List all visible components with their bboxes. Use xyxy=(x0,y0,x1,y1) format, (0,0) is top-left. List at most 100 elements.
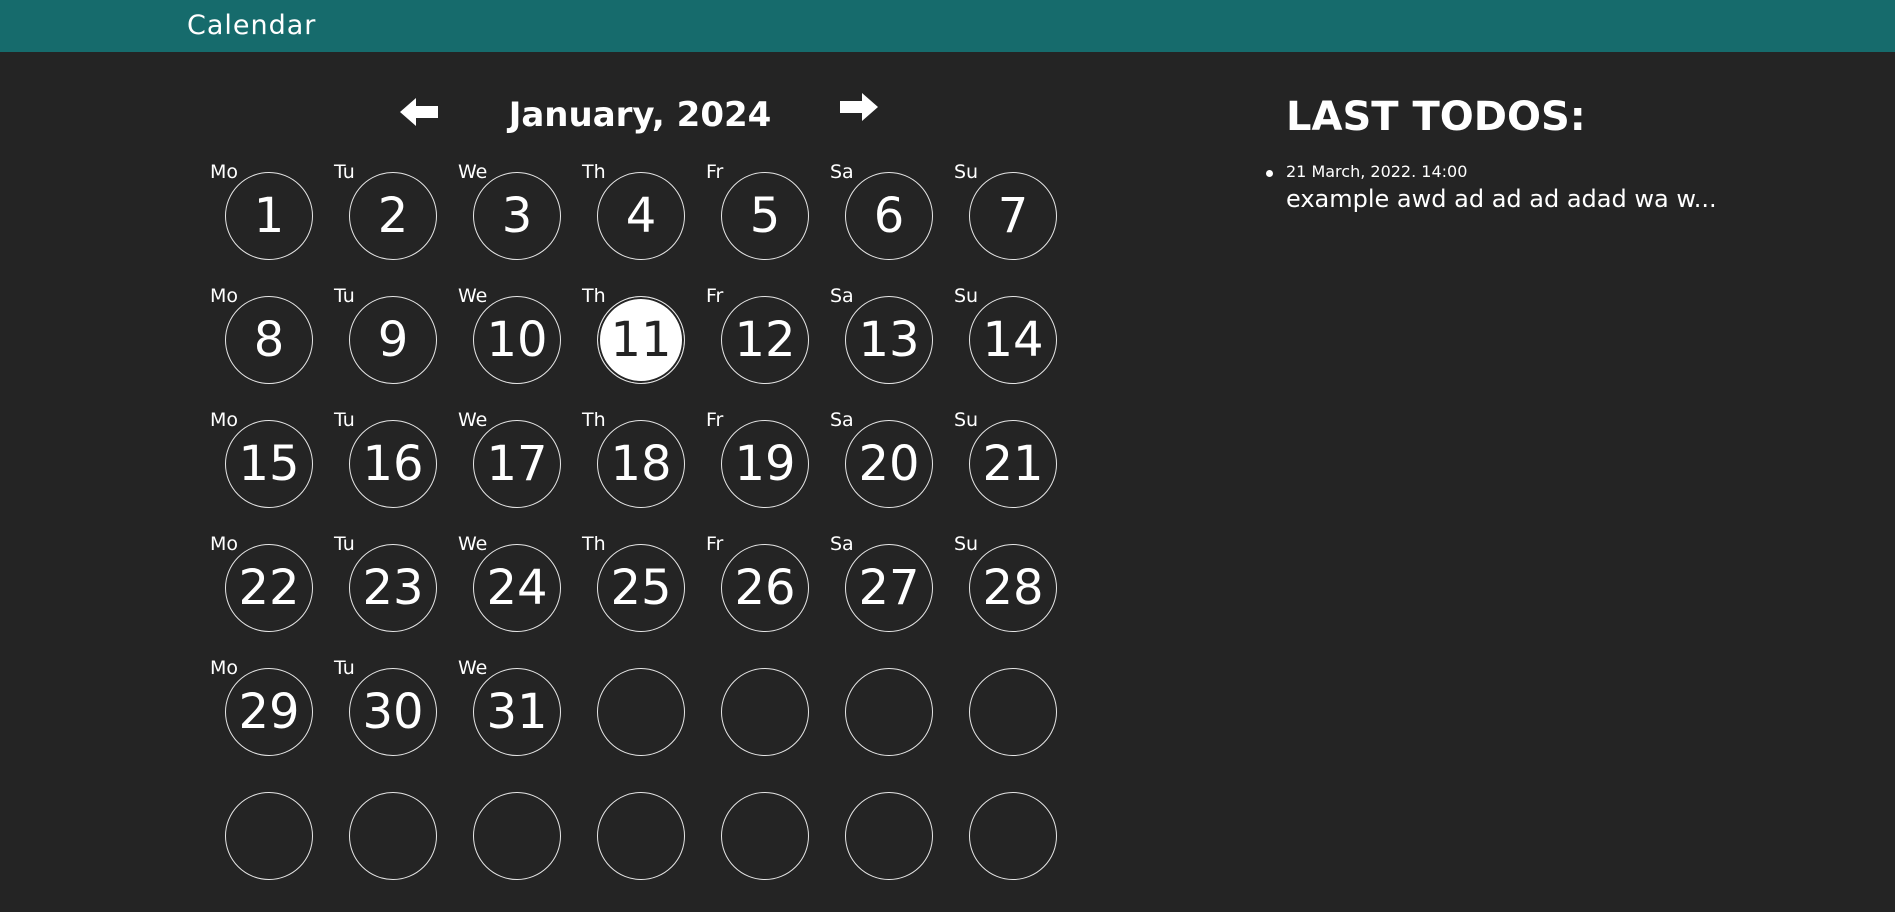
weekday-label: Tu xyxy=(334,409,355,431)
day-button[interactable]: 14 xyxy=(969,296,1057,384)
day-button[interactable]: 10 xyxy=(473,296,561,384)
day-button[interactable]: 19 xyxy=(721,420,809,508)
day-button[interactable]: 26 xyxy=(721,544,809,632)
day-button[interactable]: 22 xyxy=(225,544,313,632)
weekday-label: Mo xyxy=(210,533,239,555)
weekday-label: Tu xyxy=(334,161,355,183)
day-cell: Mo 22 xyxy=(210,533,334,657)
weekday-label: We xyxy=(458,161,488,183)
weekday-label: Mo xyxy=(210,285,239,307)
weekday-label: Sa xyxy=(830,161,854,183)
weekday-label: Mo xyxy=(210,161,239,183)
weekday-label: Tu xyxy=(334,285,355,307)
day-button[interactable]: 17 xyxy=(473,420,561,508)
empty-day-button[interactable] xyxy=(969,668,1057,756)
empty-day-button[interactable] xyxy=(721,792,809,880)
day-cell xyxy=(582,781,706,905)
day-cell: Th 4 xyxy=(582,161,706,285)
day-cell: Sa 20 xyxy=(830,409,954,533)
day-cell xyxy=(334,781,458,905)
day-button[interactable]: 13 xyxy=(845,296,933,384)
day-button[interactable]: 6 xyxy=(845,172,933,260)
weekday-label: We xyxy=(458,533,488,555)
weekday-label: Mo xyxy=(210,657,239,679)
day-button[interactable]: 2 xyxy=(349,172,437,260)
day-button[interactable]: 11 xyxy=(597,296,685,384)
empty-day-button[interactable] xyxy=(721,668,809,756)
weekday-label: Fr xyxy=(706,533,724,555)
weekday-label: Su xyxy=(954,285,979,307)
empty-day-button[interactable] xyxy=(597,792,685,880)
day-cell: Fr 5 xyxy=(706,161,830,285)
day-button[interactable]: 1 xyxy=(225,172,313,260)
todo-date: 21 March, 2022. 14:00 xyxy=(1286,162,1468,181)
day-cell: Th 25 xyxy=(582,533,706,657)
day-button[interactable]: 23 xyxy=(349,544,437,632)
day-button[interactable]: 27 xyxy=(845,544,933,632)
day-button[interactable]: 28 xyxy=(969,544,1057,632)
day-cell: Sa 27 xyxy=(830,533,954,657)
day-button[interactable]: 21 xyxy=(969,420,1057,508)
day-cell: Su 14 xyxy=(954,285,1078,409)
day-cell: Mo 29 xyxy=(210,657,334,781)
day-cell xyxy=(830,781,954,905)
day-cell: Tu 9 xyxy=(334,285,458,409)
day-cell: Fr 26 xyxy=(706,533,830,657)
day-cell: Fr 12 xyxy=(706,285,830,409)
day-button[interactable]: 8 xyxy=(225,296,313,384)
day-button[interactable]: 25 xyxy=(597,544,685,632)
day-cell xyxy=(458,781,582,905)
day-cell xyxy=(954,781,1078,905)
day-button[interactable]: 7 xyxy=(969,172,1057,260)
todo-item[interactable]: 21 March, 2022. 14:00 example awd ad ad a… xyxy=(1262,160,1822,214)
weekday-label: Sa xyxy=(830,409,854,431)
day-cell: Tu 2 xyxy=(334,161,458,285)
day-cell: Th 11 xyxy=(582,285,706,409)
day-button[interactable]: 20 xyxy=(845,420,933,508)
weekday-label: Th xyxy=(582,161,606,183)
day-cell: Mo 1 xyxy=(210,161,334,285)
day-cell: Sa 13 xyxy=(830,285,954,409)
weekday-label: Tu xyxy=(334,657,355,679)
empty-day-button[interactable] xyxy=(225,792,313,880)
weekday-label: Th xyxy=(582,285,606,307)
day-cell: Th 18 xyxy=(582,409,706,533)
day-cell xyxy=(830,657,954,781)
day-button[interactable]: 29 xyxy=(225,668,313,756)
weekday-label: Sa xyxy=(830,533,854,555)
weekday-label: Th xyxy=(582,409,606,431)
weekday-label: We xyxy=(458,285,488,307)
todo-list: 21 March, 2022. 14:00 example awd ad ad a… xyxy=(1262,160,1822,214)
day-cell: We 10 xyxy=(458,285,582,409)
day-cell xyxy=(954,657,1078,781)
day-button[interactable]: 15 xyxy=(225,420,313,508)
bullet-icon xyxy=(1266,170,1273,177)
day-cell xyxy=(210,781,334,905)
day-cell: Su 21 xyxy=(954,409,1078,533)
weekday-label: Mo xyxy=(210,409,239,431)
weekday-label: We xyxy=(458,409,488,431)
empty-day-button[interactable] xyxy=(845,792,933,880)
day-cell: Su 28 xyxy=(954,533,1078,657)
day-cell: Mo 15 xyxy=(210,409,334,533)
empty-day-button[interactable] xyxy=(473,792,561,880)
day-button[interactable]: 12 xyxy=(721,296,809,384)
day-button[interactable]: 5 xyxy=(721,172,809,260)
weekday-label: Tu xyxy=(334,533,355,555)
empty-day-button[interactable] xyxy=(969,792,1057,880)
empty-day-button[interactable] xyxy=(597,668,685,756)
todos-title: LAST TODOS: xyxy=(1286,94,1586,140)
day-button[interactable]: 30 xyxy=(349,668,437,756)
day-button[interactable]: 9 xyxy=(349,296,437,384)
empty-day-button[interactable] xyxy=(349,792,437,880)
day-button[interactable]: 4 xyxy=(597,172,685,260)
day-cell: Sa 6 xyxy=(830,161,954,285)
day-button[interactable]: 24 xyxy=(473,544,561,632)
day-cell: We 24 xyxy=(458,533,582,657)
empty-day-button[interactable] xyxy=(845,668,933,756)
day-button[interactable]: 18 xyxy=(597,420,685,508)
day-button[interactable]: 31 xyxy=(473,668,561,756)
day-button[interactable]: 3 xyxy=(473,172,561,260)
weekday-label: Th xyxy=(582,533,606,555)
day-button[interactable]: 16 xyxy=(349,420,437,508)
